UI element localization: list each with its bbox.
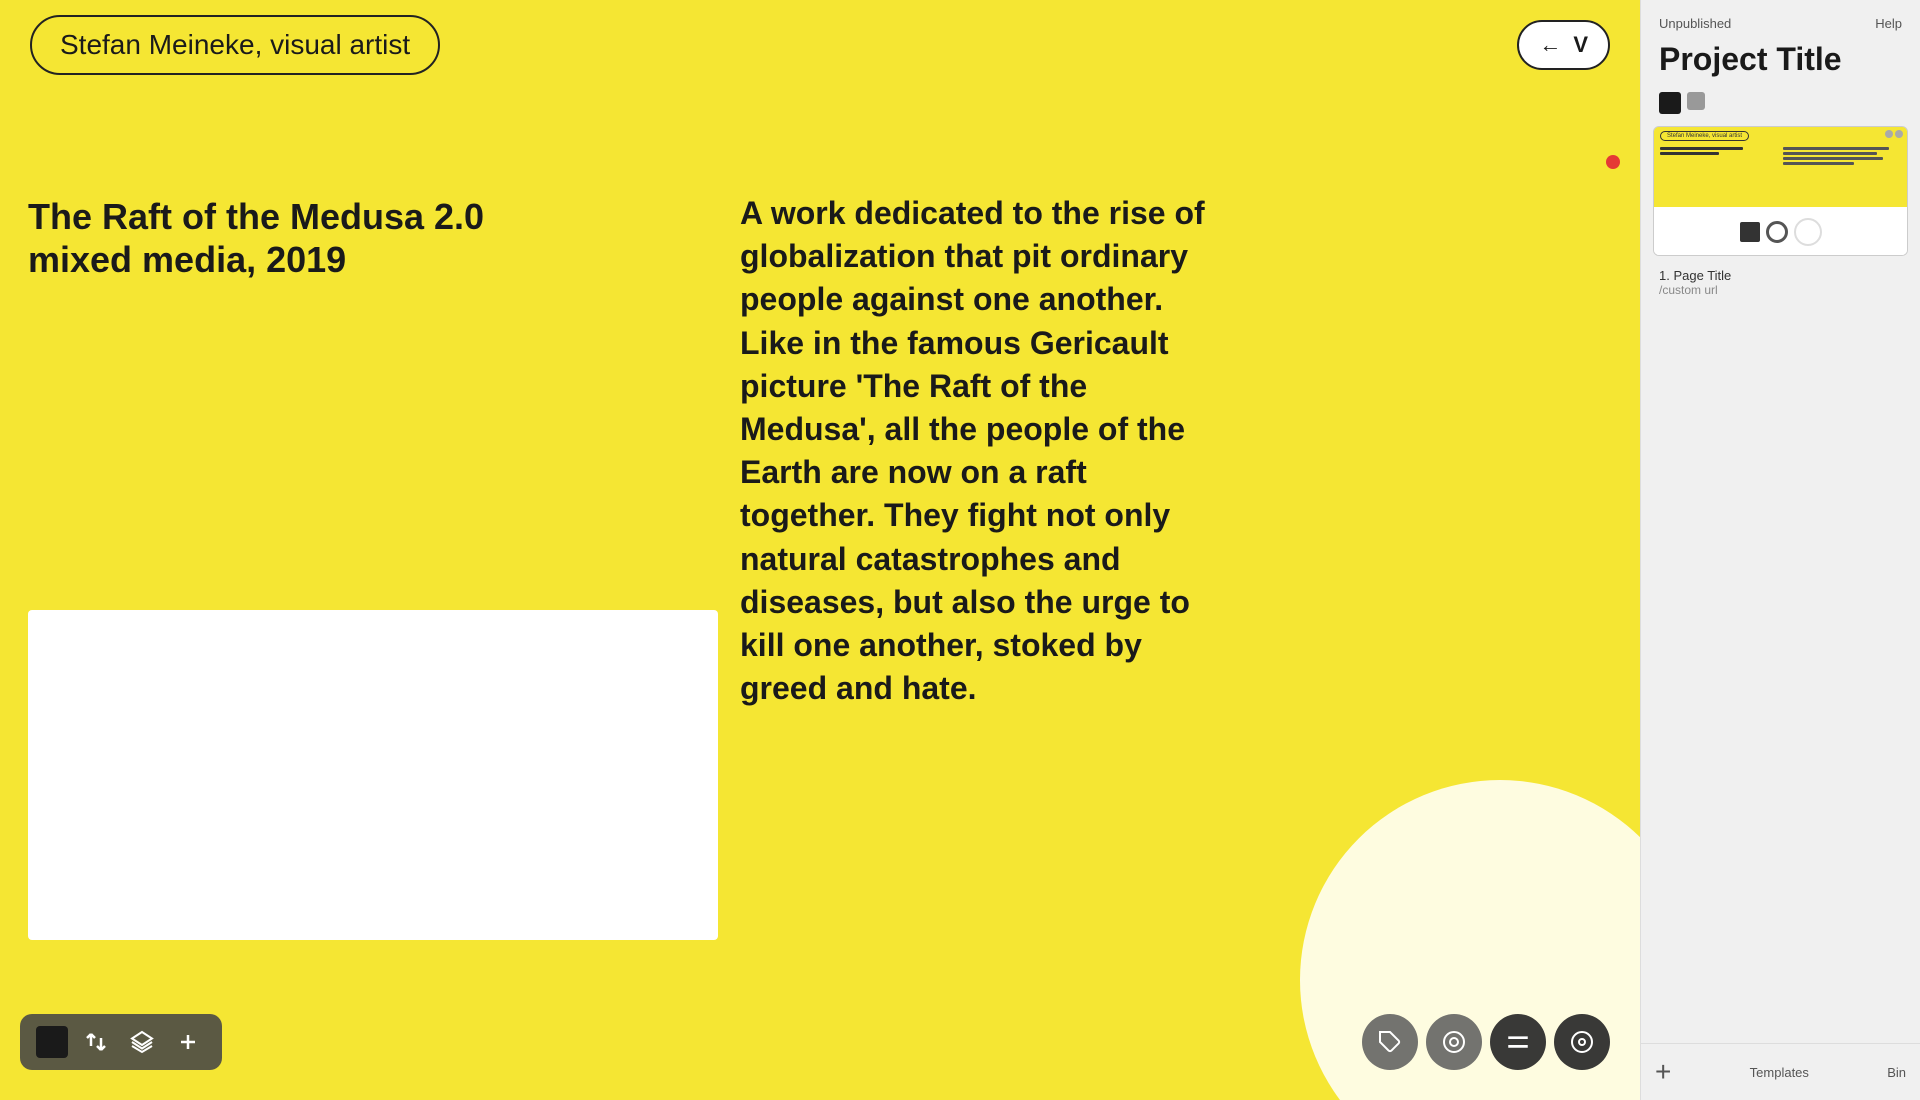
thumb-line-5 — [1783, 157, 1884, 160]
layers-button[interactable] — [124, 1024, 160, 1060]
artwork-medium: mixed media, 2019 — [28, 238, 484, 281]
nav-pill[interactable]: ← V — [1517, 20, 1610, 70]
panel-bin-button[interactable]: Bin — [1887, 1065, 1906, 1080]
thumb-close-btns — [1885, 130, 1903, 138]
help-button[interactable]: Help — [1875, 16, 1902, 31]
thumb-square — [1740, 222, 1760, 242]
thumb-line-4 — [1783, 152, 1878, 155]
page-thumbnail[interactable]: Stefan Meineke, visual artist — [1653, 126, 1908, 256]
main-canvas: Stefan Meineke, visual artist ← V The Ra… — [0, 0, 1640, 1100]
page-list-item-1[interactable]: 1. Page Title /custom url — [1641, 256, 1920, 303]
thumb-circle-outline — [1766, 221, 1788, 243]
thumb-header-bar: Stefan Meineke, visual artist — [1654, 127, 1907, 145]
thumb-inner: Stefan Meineke, visual artist — [1654, 127, 1907, 207]
thumb-right-text — [1783, 147, 1902, 167]
artwork-image-box — [28, 610, 718, 940]
panel-templates-button[interactable]: Templates — [1750, 1065, 1809, 1080]
publish-status: Unpublished — [1659, 16, 1731, 31]
swatch-gray[interactable] — [1687, 92, 1705, 110]
panel-header: Unpublished Help — [1641, 0, 1920, 41]
color-swatches — [1641, 92, 1920, 126]
add-element-button[interactable] — [170, 1024, 206, 1060]
thumb-line-6 — [1783, 162, 1854, 165]
back-arrow-icon: ← — [1539, 32, 1561, 58]
thumb-line-1 — [1660, 147, 1743, 150]
site-title-badge[interactable]: Stefan Meineke, visual artist — [30, 15, 440, 75]
thumb-left-block — [1660, 147, 1779, 167]
thumb-circle-white — [1794, 218, 1822, 246]
bottom-toolbar — [20, 1014, 222, 1070]
thumb-line-3 — [1783, 147, 1890, 150]
nav-letter: V — [1573, 32, 1588, 58]
artwork-info: The Raft of the Medusa 2.0 mixed media, … — [28, 195, 484, 281]
color-square-icon[interactable] — [36, 1026, 68, 1058]
nav-controls: ← V — [1517, 20, 1610, 70]
artwork-description: A work dedicated to the rise of globaliz… — [740, 192, 1230, 710]
swap-button[interactable] — [78, 1024, 114, 1060]
thumb-content-area — [1654, 145, 1907, 169]
right-panel: Unpublished Help Project Title Stefan Me… — [1640, 0, 1920, 1100]
panel-bottom: + Templates Bin — [1641, 1043, 1920, 1100]
header-bar: Stefan Meineke, visual artist ← V — [0, 0, 1640, 90]
panel-add-page-button[interactable]: + — [1655, 1058, 1671, 1086]
settings-button[interactable] — [1554, 1014, 1610, 1070]
content-area: The Raft of the Medusa 2.0 mixed media, … — [0, 90, 1640, 1100]
thumb-line-2 — [1660, 152, 1719, 155]
tag-button[interactable] — [1362, 1014, 1418, 1070]
preview-button[interactable] — [1426, 1014, 1482, 1070]
menu-button[interactable] — [1490, 1014, 1546, 1070]
artwork-title: The Raft of the Medusa 2.0 — [28, 195, 484, 238]
swatch-dark[interactable] — [1659, 92, 1681, 114]
thumb-close-btn-1 — [1885, 130, 1893, 138]
project-title[interactable]: Project Title — [1641, 41, 1920, 92]
page-list-url: /custom url — [1659, 283, 1902, 297]
thumb-title-badge: Stefan Meineke, visual artist — [1660, 131, 1749, 141]
right-bottom-controls — [1362, 1014, 1610, 1070]
thumb-shapes-row — [1654, 207, 1907, 256]
thumb-close-btn-2 — [1895, 130, 1903, 138]
page-list-number: 1. Page Title — [1659, 268, 1902, 283]
